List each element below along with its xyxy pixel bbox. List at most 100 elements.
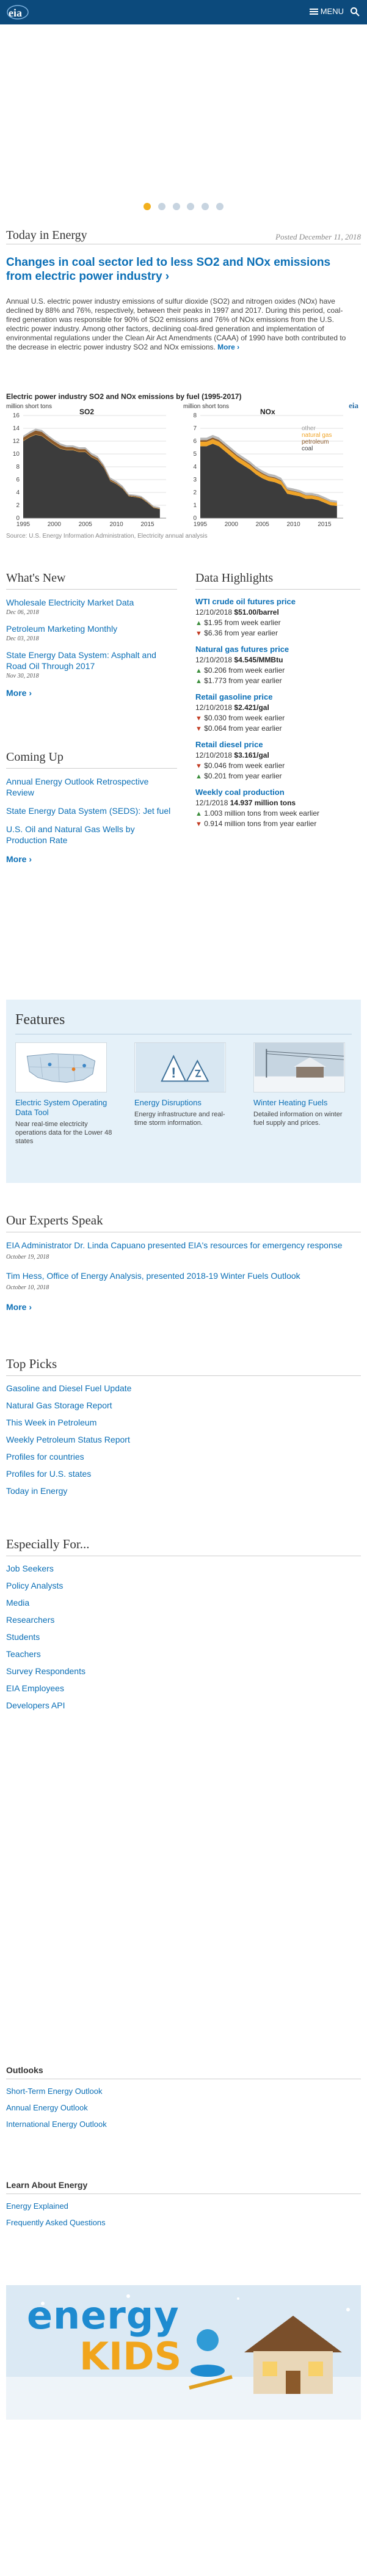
list-item[interactable]: U.S. Oil and Natural Gas Wells by Produc… [6,824,177,846]
highlight-change-year: ▼ $6.36 from year earlier [195,629,360,637]
search-icon[interactable] [350,7,360,16]
list-item[interactable]: Annual Energy Outlook Retrospective Revi… [6,776,177,798]
hero-carousel[interactable] [0,24,367,202]
down-arrow-icon: ▼ [195,763,202,770]
whats-new-link[interactable]: Petroleum Marketing Monthly [6,623,177,634]
down-arrow-icon: ▼ [195,725,202,733]
post-date: Posted December 11, 2018 [275,232,361,241]
item-date: October 10, 2018 [6,1284,49,1291]
experts-more-link[interactable]: More › [6,1302,361,1312]
change-text: $0.046 from week earlier [204,761,285,770]
data-highlight-item[interactable]: WTI crude oil futures price 12/10/2018 $5… [195,597,360,637]
list-item[interactable]: State Energy Data System (SEDS): Jet fue… [6,805,177,816]
whats-new-link[interactable]: State Energy Data System: Asphalt and Ro… [6,649,177,671]
learn-link[interactable]: Frequently Asked Questions [6,2218,361,2227]
x-tick-label: 2000 [225,521,239,528]
audience-link[interactable]: Media [6,1598,361,1608]
list-item[interactable]: Petroleum Marketing Monthly Dec 03, 2018 [6,623,177,642]
outlooks-title: Outlooks [6,2065,361,2079]
carousel-dot[interactable] [158,203,166,210]
down-arrow-icon: ▼ [195,630,202,637]
highlight-title-link[interactable]: Natural gas futures price [195,645,360,654]
data-highlight-item[interactable]: Retail diesel price 12/10/2018 $3.161/gal… [195,740,360,780]
top-pick-link[interactable]: Weekly Petroleum Status Report [6,1435,361,1444]
highlight-change-week: ▲ $0.206 from week earlier [195,666,360,675]
data-highlight-item[interactable]: Retail gasoline price 12/10/2018 $2.421/g… [195,692,360,733]
top-pick-link[interactable]: Profiles for U.S. states [6,1469,361,1479]
legend-entry: other [302,425,316,432]
coming-up-link[interactable]: State Energy Data System (SEDS): Jet fue… [6,805,177,816]
whats-new-more-link[interactable]: More › [6,688,177,698]
carousel-dot[interactable] [172,203,180,210]
top-pick-link[interactable]: This Week in Petroleum [6,1418,361,1427]
change-text: 1.003 million tons from week earlier [204,809,319,818]
feature-link[interactable]: Electric System Operating Data Tool [15,1098,113,1118]
carousel-dot[interactable] [201,203,209,210]
us-map-icon[interactable] [15,1042,107,1092]
learn-link[interactable]: Energy Explained [6,2201,361,2211]
top-pick-link[interactable]: Profiles for countries [6,1452,361,1462]
carousel-dot[interactable] [187,203,195,210]
feature-description: Near real-time electricity operations da… [15,1121,112,1145]
coming-up-link[interactable]: U.S. Oil and Natural Gas Wells by Produc… [6,824,177,846]
energy-kids-banner[interactable]: energy KIDS [6,2285,361,2420]
expert-link[interactable]: Tim Hess, Office of Energy Analysis, pre… [6,1270,361,1281]
audience-link[interactable]: Researchers [6,1615,361,1625]
x-tick-label: 1995 [194,521,208,528]
outlook-link[interactable]: Annual Energy Outlook [6,2103,361,2112]
highlight-title-link[interactable]: Retail gasoline price [195,692,360,701]
today-in-energy-header: Today in Energy Posted December 11, 2018 [6,227,361,244]
coming-up-more-link[interactable]: More › [6,854,177,864]
feature-link[interactable]: Energy Disruptions [134,1098,232,1108]
article-headline-link[interactable]: Changes in coal sector led to less SO2 a… [6,255,348,284]
data-highlight-item[interactable]: Natural gas futures price 12/10/2018 $4.5… [195,645,360,685]
logo-text[interactable]: eia [9,7,22,20]
outlook-link[interactable]: International Energy Outlook [6,2120,361,2129]
change-text: $6.36 from year earlier [204,629,278,637]
highlight-title-link[interactable]: WTI crude oil futures price [195,597,360,606]
audience-link[interactable]: EIA Employees [6,1683,361,1693]
highlight-title-link[interactable]: Retail diesel price [195,740,360,749]
highlight-value-line: 12/10/2018 $3.161/gal [195,751,360,759]
top-pick-link[interactable]: Today in Energy [6,1486,361,1496]
list-item[interactable]: EIA Administrator Dr. Linda Capuano pres… [6,1240,361,1263]
data-highlight-item[interactable]: Weekly coal production 12/1/2018 14.937 m… [195,788,360,828]
change-text: $0.206 from week earlier [204,666,285,675]
article-more-link[interactable]: More › [217,343,239,351]
feature-card[interactable]: ! Energy Disruptions Energy infrastructu… [134,1042,232,1127]
outlook-link[interactable]: Short-Term Energy Outlook [6,2087,361,2096]
audience-link[interactable]: Students [6,1632,361,1642]
emissions-chart[interactable]: eia million short tons SO2 0 2 4 6 8 10 12 14 16 19… [6,401,361,541]
feature-card[interactable]: Electric System Operating Data Tool Near… [15,1042,113,1146]
highlight-value: $2.421/gal [234,703,269,712]
warning-icon[interactable]: ! [134,1042,226,1092]
feature-card[interactable]: Winter Heating Fuels Detailed informatio… [253,1042,351,1127]
audience-link[interactable]: Policy Analysts [6,1581,361,1590]
snow-scene-icon[interactable] [253,1042,345,1092]
top-navigation-bar: eia MENU [0,0,367,24]
carousel-dot[interactable] [216,203,223,210]
feature-description: Detailed information on winter fuel supp… [253,1111,343,1127]
top-pick-link[interactable]: Natural Gas Storage Report [6,1400,361,1410]
list-item[interactable]: Tim Hess, Office of Energy Analysis, pre… [6,1270,361,1293]
top-pick-link[interactable]: Gasoline and Diesel Fuel Update [6,1383,361,1393]
carousel-dot[interactable] [144,203,151,210]
audience-link[interactable]: Job Seekers [6,1564,361,1573]
x-tick-label: 2010 [109,521,123,528]
menu-icon [309,9,318,15]
list-item[interactable]: State Energy Data System: Asphalt and Ro… [6,649,177,679]
list-item[interactable]: Wholesale Electricity Market Data Dec 06… [6,597,177,616]
top-picks-section: Top Picks Gasoline and Diesel Fuel Updat… [6,1356,361,1496]
coming-up-link[interactable]: Annual Energy Outlook Retrospective Revi… [6,776,177,798]
whats-new-link[interactable]: Wholesale Electricity Market Data [6,597,177,608]
audience-link[interactable]: Teachers [6,1649,361,1659]
y-axis-label: million short tons [183,403,229,410]
highlight-title-link[interactable]: Weekly coal production [195,788,360,797]
audience-link[interactable]: Survey Respondents [6,1666,361,1676]
feature-link[interactable]: Winter Heating Fuels [253,1098,351,1108]
x-tick-label: 2015 [318,521,332,528]
expert-link[interactable]: EIA Administrator Dr. Linda Capuano pres… [6,1240,361,1251]
audience-link[interactable]: Developers API [6,1700,361,1710]
menu-button[interactable]: MENU [309,7,344,16]
chart-panel-title: NOx [260,408,275,416]
